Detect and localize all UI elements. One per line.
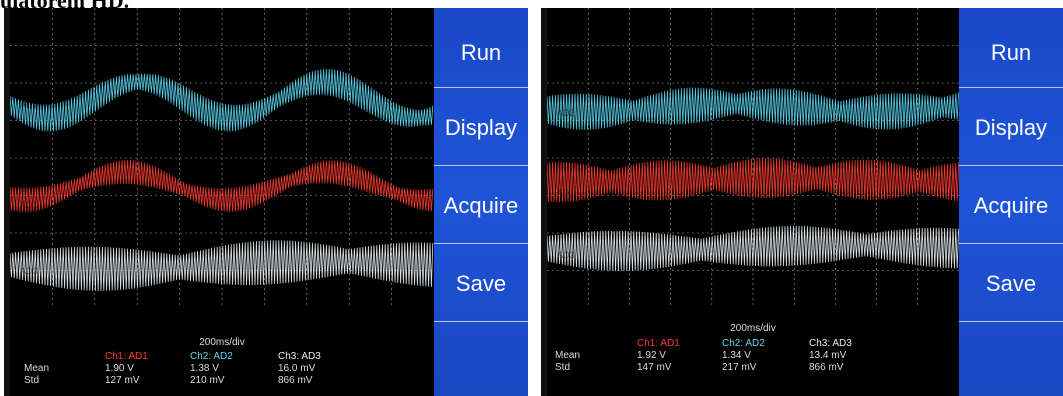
ch3-mean: 13.4 mV xyxy=(809,350,847,361)
ch1-std: 147 mV xyxy=(637,362,672,373)
side-menu: Run Display Acquire Save xyxy=(434,8,528,396)
ch3-std: 866 mV xyxy=(809,362,844,373)
oscilloscope-left: AD2 AD1 AD3 200ms/div Ch1: AD1 Ch2: AD2 … xyxy=(4,8,528,396)
ch3-name: Ch3: AD3 xyxy=(278,351,321,362)
mean-label: Mean xyxy=(555,350,581,361)
trace-ad1 xyxy=(10,160,434,213)
ch2-mean: 1.38 V xyxy=(190,363,219,374)
std-label: Std xyxy=(24,375,40,386)
ch1-name: Ch1: AD1 xyxy=(105,351,148,362)
ch1-std: 127 mV xyxy=(105,375,140,386)
side-menu: Run Display Acquire Save xyxy=(959,8,1063,396)
scope-screen: AD2 AD1 AD3 200ms/div Ch1: AD1 Ch2: AD2 … xyxy=(547,8,959,396)
ch2-name: Ch2: AD2 xyxy=(722,338,765,349)
ch2-std: 210 mV xyxy=(190,375,225,386)
mean-label: Mean xyxy=(24,363,50,374)
ch2-name: Ch2: AD2 xyxy=(190,351,233,362)
timebase-label: 200ms/div xyxy=(199,337,245,348)
timebase-label: 200ms/div xyxy=(730,323,776,334)
ch1-mean: 1.90 V xyxy=(105,363,134,374)
ch2-std: 217 mV xyxy=(722,362,757,373)
oscilloscope-right: AD2 AD1 AD3 200ms/div Ch1: AD1 Ch2: AD2 … xyxy=(541,8,1063,396)
ch1-mean: 1.92 V xyxy=(637,350,666,361)
trace-label-ad3: AD3 xyxy=(20,266,38,276)
acquire-button[interactable]: Acquire xyxy=(959,168,1063,244)
waveform-display xyxy=(10,8,434,308)
trace-ad2 xyxy=(10,68,434,132)
std-label: Std xyxy=(555,362,571,373)
run-button[interactable]: Run xyxy=(959,12,1063,88)
ch2-mean: 1.34 V xyxy=(722,350,751,361)
trace-label-ad2: AD2 xyxy=(20,100,38,110)
display-button[interactable]: Display xyxy=(959,90,1063,166)
save-button[interactable]: Save xyxy=(959,246,1063,322)
display-button[interactable]: Display xyxy=(434,90,528,166)
acquire-button[interactable]: Acquire xyxy=(434,168,528,244)
run-button[interactable]: Run xyxy=(434,12,528,88)
ch3-std: 866 mV xyxy=(278,375,313,386)
ch3-mean: 16.0 mV xyxy=(278,363,316,374)
save-button[interactable]: Save xyxy=(434,246,528,322)
scope-screen: AD2 AD1 AD3 200ms/div Ch1: AD1 Ch2: AD2 … xyxy=(10,8,434,396)
trace-ad3 xyxy=(10,240,434,291)
menu-empty-slot xyxy=(959,324,1063,396)
ch1-name: Ch1: AD1 xyxy=(637,338,680,349)
trace-label-ad1: AD1 xyxy=(557,188,575,198)
trace-label-ad1: AD1 xyxy=(20,200,38,210)
menu-empty-slot xyxy=(434,324,528,396)
waveform-display xyxy=(547,8,959,308)
trace-label-ad3: AD3 xyxy=(557,250,575,260)
ch3-name: Ch3: AD3 xyxy=(809,338,852,349)
trace-label-ad2: AD2 xyxy=(557,108,575,118)
